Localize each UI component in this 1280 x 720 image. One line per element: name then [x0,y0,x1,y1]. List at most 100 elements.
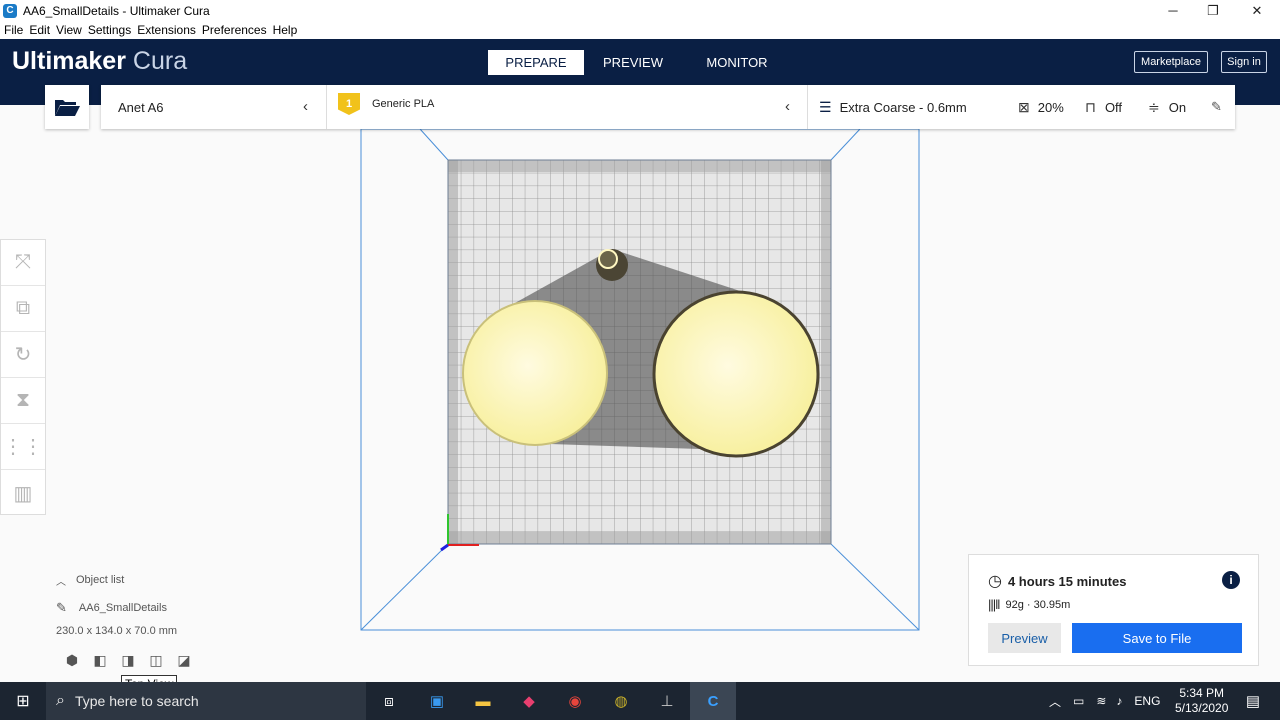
globe-app-icon[interactable]: ◍ [608,688,634,714]
print-time: 4 hours 15 minutes [1007,573,1127,589]
right-view-icon[interactable]: ◪ [170,651,198,669]
filament-spool-icon: |||‖ [988,597,1000,612]
support-indicator[interactable]: ⊓ Off [1085,85,1122,129]
brand-name: Ultimaker [12,47,126,75]
folder-open-icon [55,100,80,116]
move-tool-icon[interactable]: ⤧ [1,240,45,286]
printer-selector[interactable]: Anet A6 [118,85,164,129]
cura-taskbar-icon[interactable]: C [690,682,736,720]
front-view-icon[interactable]: ◧ [86,651,114,669]
brand-product: Cura [132,47,188,75]
divider [807,85,808,129]
windows-taskbar: ⊞ ⌕ Type here to search ⧈ ▣ ▬ ◆ ◉ ◍ ⊥ C … [0,682,1280,720]
per-model-settings-icon[interactable]: ⋮⋮ [1,424,45,470]
left-tool-bar: ⤧ ⧉ ↻ ⧗ ⋮⋮ ▥ [0,239,46,515]
print-settings-selector[interactable]: ☰ Extra Coarse - 0.6mm [819,85,967,129]
window-title-bar: C AA6_SmallDetails - Ultimaker Cura ─ ❐ … [0,0,1280,21]
adhesion-indicator[interactable]: ≑ On [1148,85,1186,129]
cura-app-icon: C [3,3,17,18]
rotate-tool-icon[interactable]: ↻ [1,332,45,378]
battery-icon[interactable]: ▭ [1073,694,1084,708]
chevron-left-icon[interactable]: ‹ [785,98,790,115]
close-button[interactable]: ✕ [1236,0,1278,21]
marketplace-button[interactable]: Marketplace [1134,51,1208,73]
wifi-icon[interactable]: ≋ [1096,694,1106,708]
object-list-panel: ︿ Object list ✎ AA6_SmallDetails 230.0 x… [56,573,177,637]
infill-indicator[interactable]: ⊠ 20% [1018,85,1064,129]
camera-view-buttons: ⬢ ◧ ◨ ◫ ◪ [58,651,198,669]
sign-in-button[interactable]: Sign in [1221,51,1267,73]
system-tray: ︿ ▭ ≋ ♪ ENG [1049,682,1174,720]
adhesion-value: On [1168,99,1187,115]
layer-height-icon: ☰ [819,98,832,115]
chevron-up-icon[interactable]: ︿ [1049,693,1061,710]
adhesion-icon: ≑ [1148,98,1160,115]
tab-prepare[interactable]: PREPARE [488,50,584,75]
info-icon[interactable]: i [1222,571,1240,589]
tab-monitor[interactable]: MONITOR [682,50,792,75]
menu-help[interactable]: Help [273,23,298,37]
object-dimensions: 230.0 x 134.0 x 70.0 mm [56,625,178,637]
material-name: Generic PLA [372,98,435,110]
3d-view-icon[interactable]: ⬢ [58,651,86,669]
menu-file[interactable]: File [4,23,23,37]
material-usage-row: |||‖ 92g · 30.95m [988,597,1070,612]
chrome-icon[interactable]: ◉ [562,688,588,714]
microsoft-store-icon[interactable]: ▣ [424,688,450,714]
intellij-icon[interactable]: ◆ [516,688,542,714]
language-indicator[interactable]: ENG [1134,694,1160,708]
material-selector[interactable]: 1 Generic PLA [338,82,434,126]
clock[interactable]: 5:34 PM 5/13/2020 [1175,682,1228,720]
file-explorer-icon[interactable]: ▬ [470,688,496,714]
menu-view[interactable]: View [56,23,82,37]
printer-settings-bar: Anet A6 ‹ 1 Generic PLA ‹ ☰ Extra Coarse… [101,85,1235,129]
material-usage: 92g · 30.95m [1005,598,1071,611]
object-list-header: Object list [76,574,125,586]
search-icon: ⌕ [56,692,65,709]
app-icon[interactable]: ⊥ [654,688,680,714]
menu-bar: File Edit View Settings Extensions Prefe… [0,21,1280,39]
windows-start-icon[interactable]: ⊞ [10,688,36,714]
menu-settings[interactable]: Settings [88,23,131,37]
left-view-icon[interactable]: ◫ [142,651,170,669]
scale-tool-icon[interactable]: ⧉ [1,286,45,332]
support-blocker-icon[interactable]: ▥ [1,470,45,516]
task-view-icon[interactable]: ⧈ [376,688,402,714]
pencil-icon: ✎ [56,600,67,615]
top-view-icon[interactable]: ◨ [114,651,142,669]
maximize-button[interactable]: ❐ [1192,0,1234,21]
support-icon: ⊓ [1085,98,1096,115]
save-to-file-button[interactable]: Save to File [1072,623,1242,653]
menu-preferences[interactable]: Preferences [202,23,267,37]
profile-name: Extra Coarse - 0.6mm [839,99,967,115]
search-placeholder: Type here to search [74,693,199,709]
clock-time: 5:34 PM [1179,686,1225,700]
object-name-row[interactable]: ✎ AA6_SmallDetails [56,600,177,616]
taskbar-search-box[interactable]: ⌕ Type here to search [46,682,366,720]
extruder-badge-icon: 1 [338,93,360,115]
preview-button[interactable]: Preview [988,623,1061,653]
divider [326,85,327,129]
infill-value: 20% [1037,99,1064,115]
open-file-button[interactable] [45,85,89,129]
minimize-button[interactable]: ─ [1152,0,1194,21]
volume-icon[interactable]: ♪ [1116,694,1122,708]
object-list-toggle[interactable]: ︿ Object list [56,573,177,588]
print-time-row: ◷ 4 hours 15 minutes [988,571,1126,591]
pencil-icon[interactable]: ✎ [1211,85,1222,129]
tab-preview[interactable]: PREVIEW [584,50,682,75]
chevron-left-icon[interactable]: ‹ [303,98,308,115]
printer-name: Anet A6 [118,99,164,115]
clock-icon: ◷ [988,573,1002,590]
mirror-tool-icon[interactable]: ⧗ [1,378,45,424]
stage-tabs: PREPARE PREVIEW MONITOR [488,50,792,75]
menu-extensions[interactable]: Extensions [137,23,196,37]
infill-icon: ⊠ [1018,98,1030,115]
object-name: AA6_SmallDetails [78,602,167,614]
menu-edit[interactable]: Edit [29,23,50,37]
brand-logo: Ultimaker Cura [12,47,187,76]
notification-icon[interactable]: ▤ [1240,688,1266,714]
support-value: Off [1104,99,1123,115]
chevron-up-icon: ︿ [56,576,66,588]
clock-date: 5/13/2020 [1175,701,1229,715]
